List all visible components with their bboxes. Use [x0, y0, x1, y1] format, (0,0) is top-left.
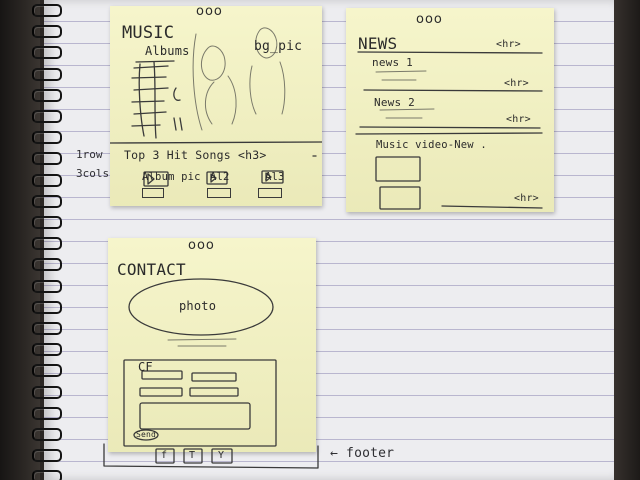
spiral-coil — [32, 237, 62, 251]
spiral-coil — [32, 449, 62, 463]
spiral-coil — [32, 4, 62, 17]
footer-sketch — [103, 443, 319, 469]
play-button-sketch-1 — [142, 188, 164, 198]
footer-annotation: ← footer — [330, 446, 395, 461]
news-hr-tag-4: <hr> — [514, 193, 539, 204]
music-menu-dots: ooo — [196, 4, 223, 19]
spiral-coil — [32, 428, 62, 441]
margin-row-note: 1row — [76, 148, 103, 161]
music-title: MUSIC — [122, 23, 175, 43]
news-menu-dots: ooo — [416, 12, 443, 27]
spiral-coil — [32, 173, 62, 187]
spiral-coil — [32, 194, 62, 208]
albums-label: Albums — [145, 44, 190, 58]
album-cell-1: Album pic — [142, 171, 201, 183]
contact-form-label: CF — [138, 360, 153, 374]
music-video-label: Music video-New . — [376, 139, 487, 151]
spiral-coil — [32, 343, 62, 357]
spiral-binding — [30, 0, 64, 480]
music-sticky-note: ooo MUSIC Albums bg_pic Top 3 Hit Songs … — [110, 4, 322, 206]
news-item-1: news 1 — [372, 56, 413, 69]
spiral-coil — [32, 300, 62, 314]
spiral-coil — [32, 406, 62, 420]
spiral-coil — [32, 67, 62, 81]
news-item-2: News 2 — [374, 96, 415, 109]
footer-icon-f: f — [161, 450, 168, 461]
play-button-sketch-2 — [207, 188, 231, 198]
news-title: NEWS — [358, 34, 398, 53]
news-sticky-note: ooo NEWS <hr> news 1 <hr> News 2 <hr> Mu… — [346, 8, 554, 212]
spiral-coil — [32, 46, 62, 60]
news-hr-tag-2: <hr> — [504, 78, 529, 89]
photo-label: photo — [179, 299, 217, 313]
spiral-coil — [32, 152, 62, 166]
spiral-coil — [32, 322, 62, 335]
spiral-coil — [32, 385, 62, 399]
contact-sticky-note: ooo CONTACT photo CF Send — [108, 238, 316, 452]
play-button-sketch-3 — [258, 188, 282, 198]
spiral-coil — [32, 110, 62, 123]
contact-title: CONTACT — [117, 260, 186, 279]
footer-icon-t: T — [189, 450, 196, 461]
news-hr-tag-1: <hr> — [496, 39, 521, 50]
photo-scene: 1row 3cols ooo MUSIC Albums bg_pic Top 3… — [0, 0, 640, 480]
spiral-coil — [32, 258, 62, 272]
send-label: Send — [136, 430, 157, 439]
contact-menu-dots: ooo — [188, 238, 215, 253]
spiral-coil — [32, 88, 62, 102]
spiral-coil — [32, 131, 62, 145]
spiral-coil — [32, 364, 62, 378]
album-cell-2: Al2 — [210, 171, 230, 183]
spiral-coil — [32, 470, 62, 480]
desk-right-edge — [610, 0, 640, 480]
hit-songs-heading: Top 3 Hit Songs <h3> — [124, 148, 267, 162]
spiral-coil — [32, 25, 62, 39]
spiral-coil — [32, 279, 62, 293]
bg-pic-label: bg_pic — [254, 39, 303, 54]
margin-cols-note: 3cols — [76, 167, 110, 180]
spiral-coil — [32, 216, 62, 229]
album-cell-3: Al3 — [265, 171, 285, 183]
news-hr-tag-3: <hr> — [506, 114, 531, 125]
footer-icon-y: Y — [218, 450, 225, 461]
